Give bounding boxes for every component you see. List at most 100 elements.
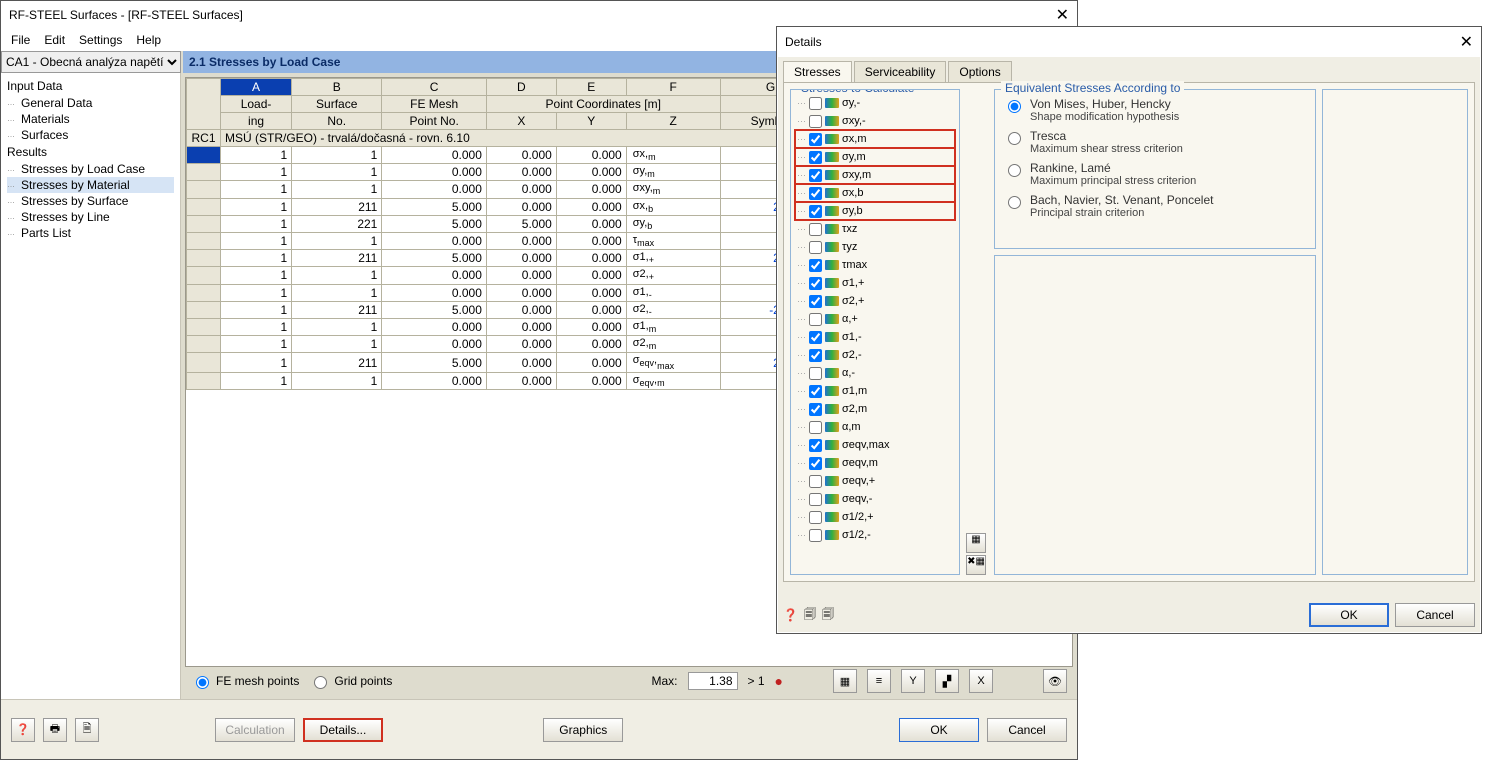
stress-item[interactable]: ⋯σ2,+ — [795, 292, 955, 310]
menu-help[interactable]: Help — [136, 33, 161, 47]
stress-item[interactable]: ⋯σ2,- — [795, 346, 955, 364]
stress-item[interactable]: ⋯σ1,+ — [795, 274, 955, 292]
stress-item[interactable]: ⋯σxy,- — [795, 112, 955, 130]
stress-item[interactable]: ⋯σx,m — [795, 130, 955, 148]
nav-results[interactable]: Results — [7, 145, 174, 159]
tab-options[interactable]: Options — [948, 61, 1011, 82]
toolbar-icon-2[interactable]: ≡ — [867, 669, 891, 693]
stress-icon — [825, 278, 839, 288]
stress-item[interactable]: ⋯σx,b — [795, 184, 955, 202]
cancel-button[interactable]: Cancel — [987, 718, 1067, 742]
stress-icon — [825, 116, 839, 126]
dialog-ok-button[interactable]: OK — [1309, 603, 1389, 627]
stress-icon — [825, 260, 839, 270]
toolbar-icon-5[interactable]: X — [969, 669, 993, 693]
help-icon[interactable]: ❓ — [11, 718, 35, 742]
close-icon[interactable]: ✕ — [1029, 5, 1069, 25]
tab-serviceability[interactable]: Serviceability — [854, 61, 947, 82]
stress-icon — [825, 98, 839, 108]
stress-item[interactable]: ⋯σeqv,max — [795, 436, 955, 454]
details-button[interactable]: Details... — [303, 718, 383, 742]
dialog-title: Details — [785, 35, 1433, 49]
stress-item[interactable]: ⋯σ2,m — [795, 400, 955, 418]
dialog-help-icon[interactable]: ❓ — [783, 608, 798, 622]
dialog-footer: ❓ 🗐 🗐 OK Cancel — [783, 603, 1475, 627]
stress-item[interactable]: ⋯σy,- — [795, 94, 955, 112]
stress-item[interactable]: ⋯σ1/2,+ — [795, 508, 955, 526]
nav-item[interactable]: Materials — [7, 111, 174, 127]
stress-icon — [825, 476, 839, 486]
eq-option[interactable]: Bach, Navier, St. Venant, PonceletPrinci… — [999, 190, 1311, 222]
toolbar-icon-4[interactable]: ▞ — [935, 669, 959, 693]
stress-item[interactable]: ⋯α,- — [795, 364, 955, 382]
calculation-button[interactable]: Calculation — [215, 718, 295, 742]
stress-item[interactable]: ⋯τxz — [795, 220, 955, 238]
eq-option[interactable]: Rankine, LaméMaximum principal stress cr… — [999, 158, 1311, 190]
side-btn-1[interactable]: ▦ — [966, 533, 986, 553]
stress-icon — [825, 350, 839, 360]
table-footer: FE mesh points Grid points Max: > 1 ● ▦ … — [185, 667, 1073, 695]
stress-item[interactable]: ⋯σ1,- — [795, 328, 955, 346]
dialog-titlebar: Details ✕ — [777, 27, 1481, 57]
stress-icon — [825, 170, 839, 180]
stress-icon — [825, 152, 839, 162]
stress-icon — [825, 296, 839, 306]
dialog-close-icon[interactable]: ✕ — [1433, 32, 1473, 52]
case-selector[interactable]: CA1 - Obecná analýza napětí o... — [1, 51, 181, 73]
nav-input-data[interactable]: Input Data — [7, 79, 174, 93]
stress-item[interactable]: ⋯τyz — [795, 238, 955, 256]
nav-item[interactable]: Stresses by Load Case — [7, 161, 174, 177]
stress-icon — [825, 512, 839, 522]
details-dialog: Details ✕ Stresses Serviceability Option… — [776, 26, 1482, 634]
stress-icon — [825, 242, 839, 252]
dialog-cancel-button[interactable]: Cancel — [1395, 603, 1475, 627]
nav-item[interactable]: Parts List — [7, 225, 174, 241]
spare-box-2 — [1322, 89, 1468, 575]
stress-item[interactable]: ⋯τmax — [795, 256, 955, 274]
dialog-icon-3[interactable]: 🗐 — [822, 605, 834, 626]
stress-icon — [825, 530, 839, 540]
warning-icon: ● — [775, 673, 783, 689]
stress-item[interactable]: ⋯σeqv,- — [795, 490, 955, 508]
radio-fe-points[interactable]: FE mesh points — [191, 673, 299, 689]
stress-icon — [825, 440, 839, 450]
nav-item[interactable]: Stresses by Line — [7, 209, 174, 225]
dialog-icon-2[interactable]: 🗐 — [804, 605, 816, 626]
nav-item[interactable]: Stresses by Surface — [7, 193, 174, 209]
eye-icon[interactable]: 👁 — [1043, 669, 1067, 693]
nav-item[interactable]: Surfaces — [7, 127, 174, 143]
stress-icon — [825, 188, 839, 198]
radio-grid-points[interactable]: Grid points — [309, 673, 392, 689]
stress-item[interactable]: ⋯σ1,m — [795, 382, 955, 400]
stress-icon — [825, 404, 839, 414]
max-value-field[interactable] — [688, 672, 738, 690]
stress-item[interactable]: ⋯α,m — [795, 418, 955, 436]
side-btn-2[interactable]: ✖▦ — [966, 555, 986, 575]
stress-item[interactable]: ⋯σ1/2,- — [795, 526, 955, 544]
menu-file[interactable]: File — [11, 33, 30, 47]
print-icon[interactable]: 🖶 — [43, 718, 67, 742]
stress-item[interactable]: ⋯α,+ — [795, 310, 955, 328]
nav-item[interactable]: General Data — [7, 95, 174, 111]
stress-item[interactable]: ⋯σeqv,m — [795, 454, 955, 472]
menu-edit[interactable]: Edit — [44, 33, 65, 47]
eq-option[interactable]: TrescaMaximum shear stress criterion — [999, 126, 1311, 158]
stress-icon — [825, 368, 839, 378]
toolbar-icon-3[interactable]: Y — [901, 669, 925, 693]
gt1-label: > 1 — [748, 674, 765, 688]
toolbar-icon-1[interactable]: ▦ — [833, 669, 857, 693]
tab-stresses[interactable]: Stresses — [783, 61, 852, 82]
ok-button[interactable]: OK — [899, 718, 979, 742]
stress-item[interactable]: ⋯σeqv,+ — [795, 472, 955, 490]
export-icon[interactable]: 🗎 — [75, 718, 99, 742]
stress-item[interactable]: ⋯σy,m — [795, 148, 955, 166]
eq-option[interactable]: Von Mises, Huber, HenckyShape modificati… — [999, 94, 1311, 126]
menu-settings[interactable]: Settings — [79, 33, 122, 47]
stress-item[interactable]: ⋯σxy,m — [795, 166, 955, 184]
stress-item[interactable]: ⋯σy,b — [795, 202, 955, 220]
graphics-button[interactable]: Graphics — [543, 718, 623, 742]
nav-tree: Input Data General DataMaterialsSurfaces… — [1, 73, 181, 699]
nav-item[interactable]: Stresses by Material — [7, 177, 174, 193]
max-label: Max: — [652, 674, 678, 688]
stress-icon — [825, 458, 839, 468]
